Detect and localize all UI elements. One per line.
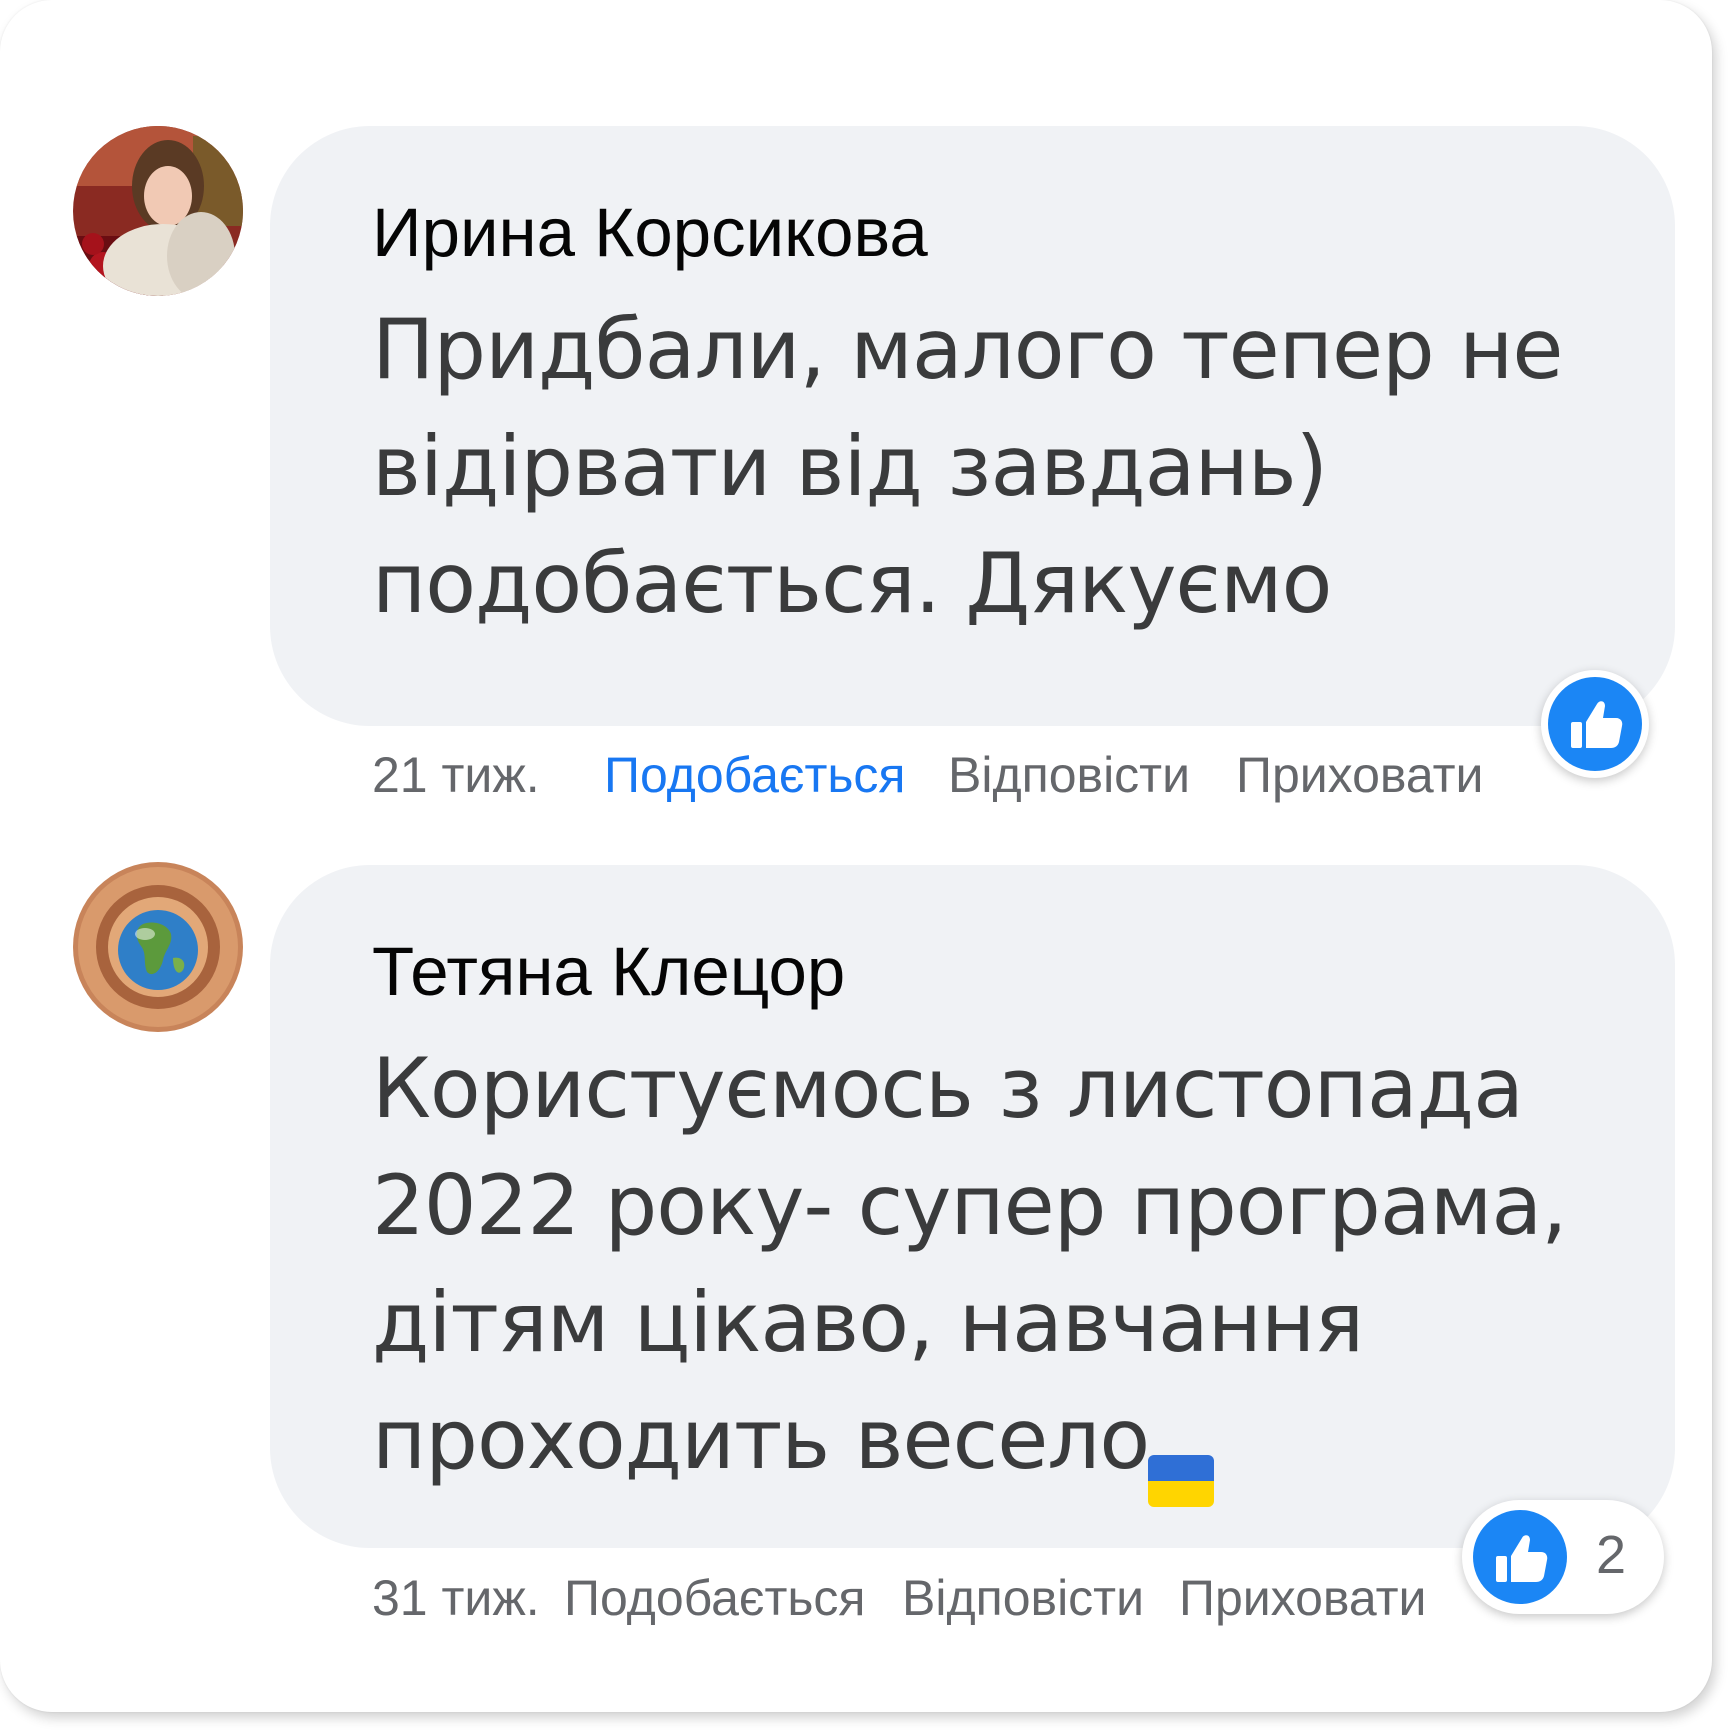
comment-timestamp[interactable]: 21 тиж. (372, 750, 540, 800)
comment-author[interactable]: Тетяна Клецор (372, 937, 845, 1006)
comments-card: Ирина Корсикова Придбали, малого тепер н… (0, 0, 1712, 1712)
reply-link[interactable]: Відповісти (902, 1573, 1144, 1623)
reply-link[interactable]: Відповісти (948, 750, 1190, 800)
comment-timestamp[interactable]: 31 тиж. (372, 1573, 540, 1623)
comment-text-line: подобається. Дякуємо (372, 535, 1332, 632)
avatar[interactable] (73, 126, 243, 296)
comment-text-line: проходить весело (372, 1391, 1150, 1488)
thumbs-up-icon (1496, 1535, 1548, 1582)
avatar-photo (73, 126, 243, 296)
comment-text: Користуємось з листопада 2022 року- супе… (372, 1030, 1568, 1498)
hide-link[interactable]: Приховати (1236, 750, 1483, 800)
comment-text: Придбали, малого тепер не відірвати від … (372, 291, 1563, 642)
page: Ирина Корсикова Придбали, малого тепер н… (0, 0, 1736, 1736)
reaction-count-pill[interactable]: 2 (1462, 1500, 1664, 1614)
comment-text-line: дітям цікаво, навчання (372, 1274, 1364, 1371)
ukraine-flag-icon (1148, 1455, 1214, 1507)
comment-text-line: Користуємось з листопада (372, 1040, 1524, 1137)
comment-text-line: відірвати від завдань) (372, 418, 1328, 515)
comment-author[interactable]: Ирина Корсикова (372, 198, 928, 267)
like-link[interactable]: Подобається (564, 1573, 865, 1623)
thumbs-up-icon (1571, 701, 1623, 748)
reaction-badge[interactable] (1541, 670, 1649, 778)
avatar-photo (73, 862, 243, 1032)
comment-text-line: Придбали, малого тепер не (372, 301, 1563, 398)
hide-link[interactable]: Приховати (1179, 1573, 1426, 1623)
comment-text-line: 2022 року- супер програма, (372, 1157, 1568, 1254)
flag-stripe-yellow (1148, 1481, 1214, 1507)
flag-stripe-blue (1148, 1455, 1214, 1481)
like-link[interactable]: Подобається (604, 750, 905, 800)
avatar[interactable] (73, 862, 243, 1032)
reaction-count: 2 (1596, 1525, 1627, 1585)
